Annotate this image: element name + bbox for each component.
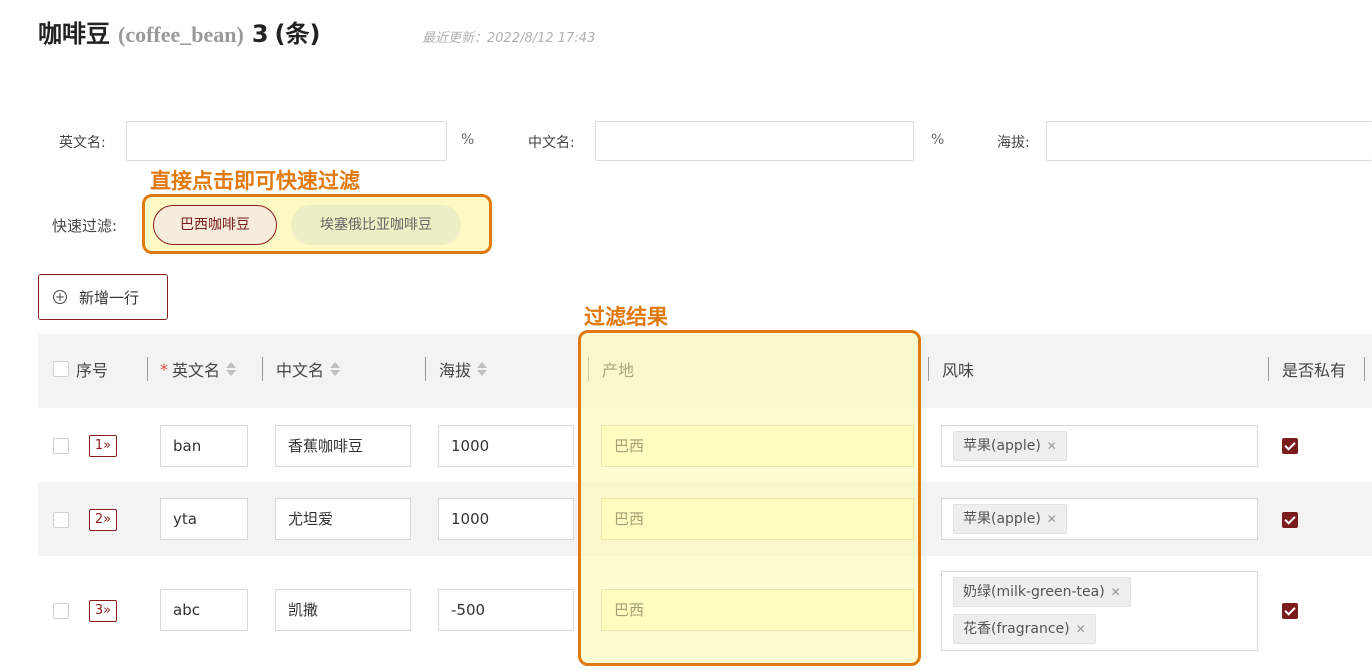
column-header-private: 是否私有 — [1282, 357, 1346, 381]
chinese-name-like-suffix: % — [931, 132, 945, 148]
table-code: (coffee_bean) — [118, 22, 244, 47]
column-divider — [928, 357, 929, 381]
quick-filter-chip-ethiopia[interactable]: 埃塞俄比亚咖啡豆 — [291, 205, 461, 245]
close-icon[interactable]: ✕ — [1111, 585, 1121, 599]
quick-filter-annotation: 直接点击即可快速过滤 — [150, 169, 360, 193]
flavor-tag-label: 苹果(apple) — [963, 438, 1041, 454]
altitude-cell[interactable]: -500 — [438, 589, 574, 631]
altitude-filter-label: 海拔: — [997, 135, 1030, 151]
quick-filter-chip-brazil[interactable]: 巴西咖啡豆 — [153, 205, 277, 245]
required-asterisk: * — [160, 359, 168, 379]
private-checkbox[interactable] — [1282, 438, 1298, 454]
flavor-tag-label: 花香(fragrance) — [963, 621, 1070, 637]
column-header-flavor-label: 风味 — [942, 361, 975, 380]
page-title: 咖啡豆 (coffee_bean) 3 (条) — [38, 14, 320, 54]
quick-filter-label: 快速过滤: — [52, 217, 118, 235]
last-updated: 最近更新：2022/8/12 17:43 — [422, 31, 596, 46]
column-header-index: 序号 — [76, 357, 108, 381]
sort-icon[interactable] — [477, 362, 488, 376]
column-header-index-label: 序号 — [76, 361, 109, 380]
chinese-name-cell[interactable]: 香蕉咖啡豆 — [275, 425, 411, 467]
chinese-name-cell[interactable]: 凯撒 — [275, 589, 411, 631]
column-header-chinese-name[interactable]: 中文名 — [276, 357, 341, 381]
english-name-cell[interactable]: ban — [160, 425, 248, 467]
add-row-button[interactable]: + 新增一行 — [38, 274, 168, 320]
close-icon[interactable]: ✕ — [1047, 439, 1057, 453]
column-header-altitude[interactable]: 海拔 — [439, 357, 488, 381]
column-header-chinese-name-label: 中文名 — [276, 361, 325, 380]
record-count: 3 — [251, 20, 269, 48]
origin-cell[interactable]: 巴西 — [601, 498, 914, 540]
column-divider — [262, 357, 263, 381]
sort-icon[interactable] — [226, 362, 237, 376]
column-header-english-name[interactable]: * 英文名 — [160, 357, 237, 381]
chinese-name-cell[interactable]: 尤坦爱 — [275, 498, 411, 540]
column-header-flavor: 风味 — [942, 357, 974, 381]
record-unit: (条) — [274, 20, 321, 48]
flavor-tag: 花香(fragrance) ✕ — [953, 614, 1096, 644]
chinese-name-filter-label: 中文名: — [528, 135, 575, 151]
english-name-cell[interactable]: yta — [160, 498, 248, 540]
column-divider — [1364, 357, 1365, 381]
english-name-cell[interactable]: abc — [160, 589, 248, 631]
english-name-filter-label: 英文名: — [59, 135, 106, 151]
column-divider — [425, 357, 426, 381]
altitude-filter-input[interactable] — [1046, 121, 1372, 161]
chinese-name-filter-input[interactable] — [595, 121, 914, 161]
column-divider — [1268, 357, 1269, 381]
flavor-tag: 苹果(apple) ✕ — [953, 431, 1067, 461]
flavor-tag: 苹果(apple) ✕ — [953, 504, 1067, 534]
row-index-badge[interactable]: 2» — [89, 509, 117, 531]
row-checkbox[interactable] — [53, 512, 69, 528]
column-header-english-name-label: 英文名 — [172, 361, 221, 380]
table-header — [38, 334, 1372, 408]
altitude-cell[interactable]: 1000 — [438, 498, 574, 540]
column-header-origin: 产地 — [602, 357, 634, 381]
column-divider — [588, 357, 589, 381]
private-checkbox[interactable] — [1282, 512, 1298, 528]
select-all-checkbox[interactable] — [53, 361, 69, 377]
origin-cell[interactable]: 巴西 — [601, 425, 914, 467]
close-icon[interactable]: ✕ — [1047, 512, 1057, 526]
flavor-tag-label: 苹果(apple) — [963, 511, 1041, 527]
add-row-label: 新增一行 — [79, 288, 140, 307]
column-header-private-label: 是否私有 — [1282, 361, 1347, 380]
row-checkbox[interactable] — [53, 438, 69, 454]
table-title: 咖啡豆 — [38, 20, 110, 48]
row-checkbox[interactable] — [53, 603, 69, 619]
filter-result-annotation: 过滤结果 — [584, 305, 668, 329]
flavor-tag-label: 奶绿(milk-green-tea) — [963, 584, 1105, 600]
column-header-origin-label: 产地 — [602, 361, 635, 380]
row-index: 1 — [94, 438, 104, 453]
row-index-badge[interactable]: 3» — [89, 600, 117, 622]
row-index: 2 — [94, 512, 104, 527]
sort-icon[interactable] — [330, 362, 341, 376]
altitude-cell[interactable]: 1000 — [438, 425, 574, 467]
english-name-like-suffix: % — [461, 132, 475, 148]
column-header-altitude-label: 海拔 — [439, 361, 472, 380]
english-name-filter-input[interactable] — [126, 121, 447, 161]
origin-cell[interactable]: 巴西 — [601, 589, 914, 631]
close-icon[interactable]: ✕ — [1076, 622, 1086, 636]
plus-circle-icon: + — [53, 290, 67, 304]
row-index-badge[interactable]: 1» — [89, 435, 117, 457]
private-checkbox[interactable] — [1282, 603, 1298, 619]
column-divider — [147, 357, 148, 381]
flavor-tag: 奶绿(milk-green-tea) ✕ — [953, 577, 1131, 607]
row-index: 3 — [94, 603, 104, 618]
